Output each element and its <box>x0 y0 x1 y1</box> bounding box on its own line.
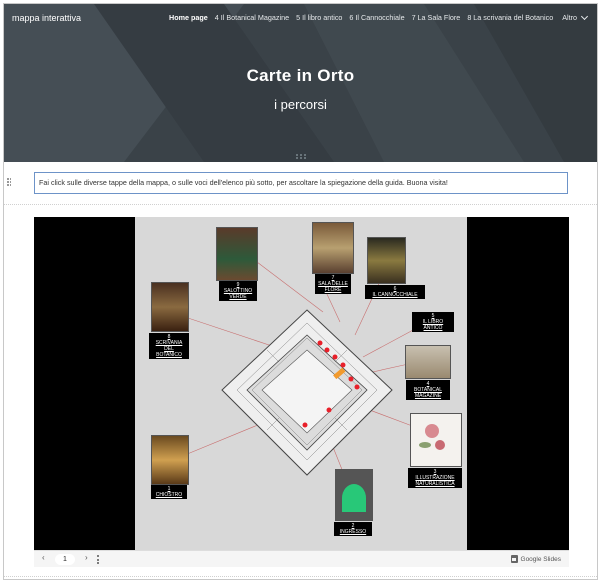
stop-label-6[interactable]: 6 IL CANNOCCHIALE <box>365 285 425 299</box>
section-divider <box>4 204 597 205</box>
stop-label-2[interactable]: 2 INGRESSO <box>334 522 372 536</box>
building-plan-illustration <box>221 309 393 476</box>
photo-sala-delle-flore[interactable] <box>312 222 354 274</box>
slides-controls: ‹ 1 › Google Slides <box>34 550 569 567</box>
nav-scrivania[interactable]: 8 La scrivania del Botanico <box>467 13 553 22</box>
photo-cannocchiale[interactable] <box>367 237 406 284</box>
drag-handle-icon[interactable] <box>296 154 306 159</box>
page-number[interactable]: 1 <box>55 554 75 565</box>
chevron-down-icon <box>580 12 589 21</box>
slide-map[interactable]: 9 SALOTTINO VERDE 7 SALA DELLE FLORE 6 IL C… <box>135 217 467 550</box>
instruction-textbox[interactable]: Fai click sulle diverse tappe della mapp… <box>34 172 568 194</box>
stop-label-9[interactable]: 9 SALOTTINO VERDE <box>219 281 257 301</box>
photo-scrivania[interactable] <box>151 282 189 332</box>
nav-cannocchiale[interactable]: 6 Il Cannocchiale <box>349 13 404 22</box>
stop-label-3[interactable]: 3 ILLUSTRAZIONE NATURALISTICA <box>408 468 462 488</box>
page-title: Carte in Orto <box>246 66 355 85</box>
stop-label-5[interactable]: 5 IL LIBRO ANTICO <box>412 312 454 332</box>
photo-chiostro[interactable] <box>151 435 189 485</box>
stop-label-4[interactable]: 4 BOTANICAL MAGAZINE <box>406 380 450 400</box>
photo-ingresso[interactable] <box>335 469 373 521</box>
stop-label-7[interactable]: 7 SALA DELLE FLORE <box>315 274 351 294</box>
google-slides-embed[interactable]: 9 SALOTTINO VERDE 7 SALA DELLE FLORE 6 IL C… <box>34 217 569 567</box>
stop-label-8[interactable]: 8 SCRIVANIA DEL BOTANICO <box>149 333 189 359</box>
google-slides-icon <box>510 555 518 563</box>
nav-more-label: Altro <box>562 13 577 22</box>
photo-illustrazione-naturalistica[interactable] <box>410 413 462 467</box>
next-slide-button[interactable]: › <box>85 553 88 562</box>
site-title[interactable]: mappa interattiva <box>12 13 81 23</box>
section-divider-bottom <box>4 576 597 577</box>
stop-label-1[interactable]: 1 CHIOSTRO <box>151 485 187 499</box>
site-header: mappa interattiva Home page 4 Il Botanic… <box>4 4 597 162</box>
nav-home[interactable]: Home page <box>169 13 208 22</box>
page-subtitle: i percorsi <box>274 97 327 112</box>
photo-salottino-verde[interactable] <box>216 227 258 281</box>
prev-slide-button[interactable]: ‹ <box>42 553 45 562</box>
google-slides-link[interactable]: Google Slides <box>510 555 561 563</box>
photo-botanical-magazine[interactable] <box>405 345 451 379</box>
more-options-icon[interactable] <box>97 555 99 564</box>
page-frame: mappa interattiva Home page 4 Il Botanic… <box>3 3 598 580</box>
top-nav: Home page 4 Il Botanical Magazine 5 Il l… <box>162 12 589 22</box>
nav-botanical-magazine[interactable]: 4 Il Botanical Magazine <box>215 13 289 22</box>
nav-more[interactable]: Altro <box>562 12 589 22</box>
section-drag-handle-icon[interactable] <box>7 178 11 188</box>
nav-sala-flore[interactable]: 7 La Sala Flore <box>412 13 461 22</box>
nav-libro-antico[interactable]: 5 Il libro antico <box>296 13 342 22</box>
